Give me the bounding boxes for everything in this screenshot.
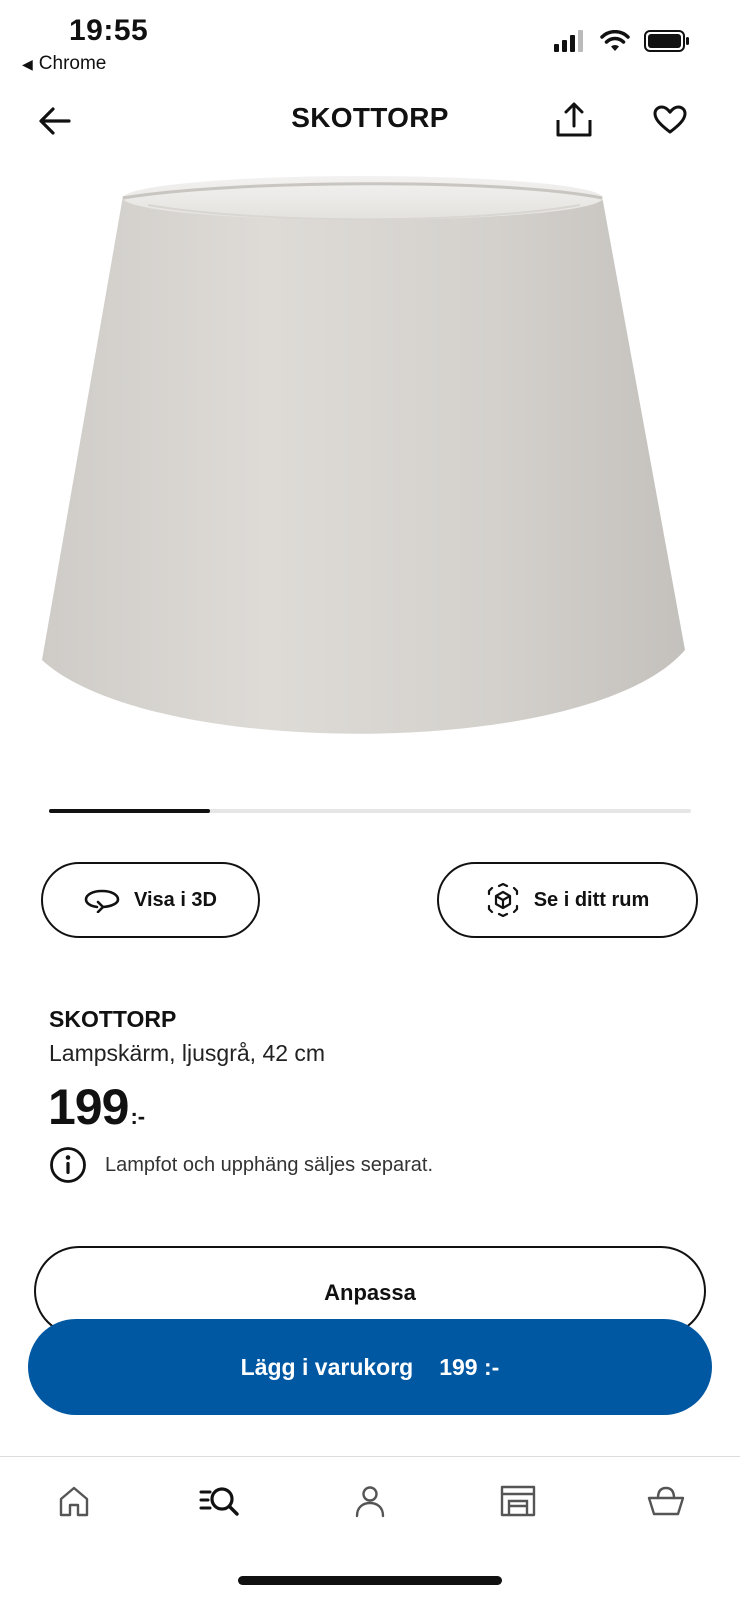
home-indicator	[238, 1576, 502, 1585]
image-carousel-progress	[49, 809, 691, 813]
product-name: SKOTTORP	[49, 1006, 177, 1032]
back-to-app-link[interactable]: ◀ Chrome	[22, 53, 106, 75]
nav-search[interactable]	[196, 1477, 244, 1525]
status-icons	[554, 30, 690, 52]
home-icon	[59, 1486, 89, 1517]
status-time: 19:55	[69, 14, 149, 47]
lampshade-image	[42, 176, 685, 734]
rotate-3d-icon	[84, 889, 120, 913]
view-in-room-label: Se i ditt rum	[533, 888, 650, 911]
carousel-progress-fill	[49, 809, 210, 813]
view-3d-label: Visa i 3D	[133, 888, 218, 911]
product-image[interactable]	[30, 160, 710, 760]
ar-cube-icon	[487, 883, 518, 917]
info-icon	[50, 1147, 86, 1183]
nav-home[interactable]	[50, 1477, 98, 1525]
favorite-button[interactable]	[648, 98, 692, 142]
basket-icon	[647, 1486, 685, 1516]
share-button[interactable]	[552, 98, 596, 142]
price-suffix: :-	[130, 1104, 146, 1129]
product-header: SKOTTORP	[0, 90, 740, 150]
profile-icon	[355, 1486, 385, 1518]
nav-basket[interactable]	[642, 1477, 690, 1525]
nav-profile[interactable]	[346, 1477, 394, 1525]
product-price: 199 :-	[48, 1078, 145, 1136]
view-3d-button[interactable]: Visa i 3D	[41, 862, 260, 938]
info-note-text: Lampfot och upphäng säljes separat.	[105, 1153, 433, 1176]
status-bar: 19:55 ◀ Chrome	[0, 0, 740, 80]
share-icon	[556, 102, 592, 137]
add-to-cart-button[interactable]: Lägg i varukorg 199 :-	[28, 1319, 712, 1415]
back-triangle-icon: ◀	[22, 55, 33, 72]
view-in-room-button[interactable]: Se i ditt rum	[437, 862, 698, 938]
bottom-nav	[0, 1457, 740, 1600]
page-title: SKOTTORP	[291, 102, 449, 133]
wifi-icon	[600, 30, 630, 51]
search-browse-icon	[199, 1487, 239, 1516]
product-description: Lampskärm, ljusgrå, 42 cm	[49, 1040, 326, 1066]
add-to-cart-price: 199 :-	[439, 1353, 500, 1380]
signal-icon	[554, 30, 583, 52]
back-app-label: Chrome	[38, 53, 107, 74]
price-integer: 199	[48, 1079, 129, 1135]
store-icon	[500, 1485, 536, 1517]
battery-icon	[644, 30, 689, 52]
nav-store[interactable]	[494, 1477, 542, 1525]
info-note-row: Lampfot och upphäng säljes separat.	[49, 1146, 433, 1184]
add-to-cart-label: Lägg i varukorg	[240, 1353, 414, 1380]
heart-icon	[653, 105, 687, 134]
customize-label: Anpassa	[324, 1280, 416, 1305]
